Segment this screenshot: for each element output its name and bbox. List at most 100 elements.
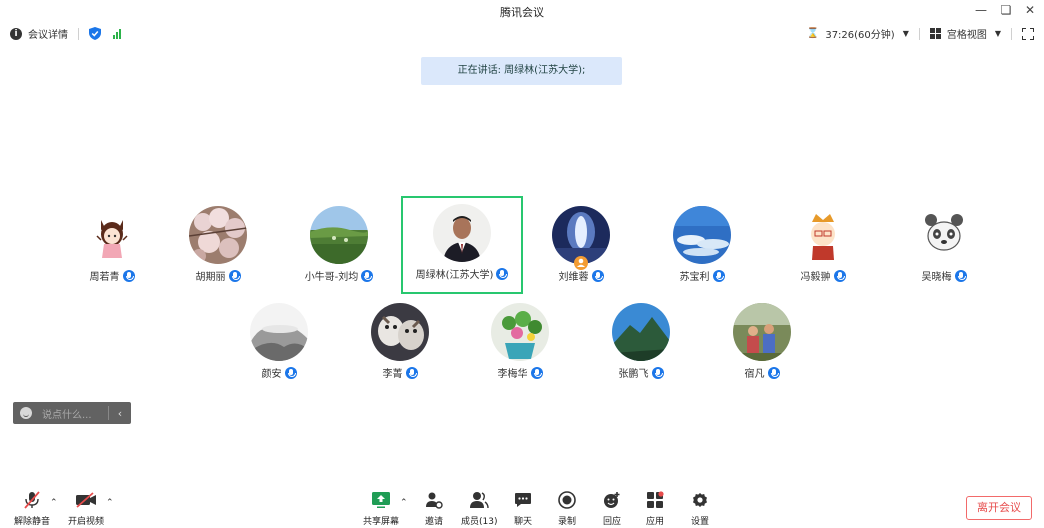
divider — [78, 27, 79, 40]
meeting-window: 腾讯会议 — ❏ ✕ i 会议详情 ⌛ 37:26(60分钟) ▼ 宫格视图 ▼ — [0, 0, 1044, 528]
video-label: 开启视频 — [68, 517, 105, 527]
divider — [1011, 27, 1012, 40]
chevron-up-icon[interactable]: ⌃ — [106, 498, 114, 508]
microphone-icon — [767, 366, 780, 379]
participant-tile[interactable]: 吴晓梅 — [885, 198, 1003, 294]
emoji-icon[interactable] — [20, 407, 32, 419]
participant-name: 吴晓梅 — [921, 272, 952, 283]
restore-icon[interactable]: ❏ — [997, 3, 1015, 17]
participant-tile[interactable]: 宿凡 — [703, 295, 821, 391]
minimize-icon[interactable]: — — [972, 3, 990, 17]
participant-name: 苏宝利 — [679, 272, 710, 283]
video-off-icon — [76, 492, 96, 508]
participant-tile[interactable]: 张鹏飞 — [582, 295, 700, 391]
chat-input[interactable]: 说点什么... — [42, 406, 108, 421]
share-screen-button[interactable]: 共享屏幕 — [363, 490, 399, 527]
signal-strength-icon[interactable] — [113, 28, 121, 39]
avatar — [189, 206, 247, 264]
microphone-icon — [122, 269, 135, 282]
microphone-icon — [591, 269, 604, 282]
participant-name: 周若青 — [89, 272, 120, 283]
avatar — [612, 303, 670, 361]
avatar — [433, 204, 491, 262]
members-label: 成员(13) — [461, 517, 498, 527]
participant-tile[interactable]: 颜安 — [220, 295, 338, 391]
apps-label: 应用 — [646, 517, 665, 527]
chat-label: 聊天 — [514, 517, 533, 527]
avatar — [371, 303, 429, 361]
close-icon[interactable]: ✕ — [1021, 3, 1039, 17]
participant-tile[interactable]: 刘维蓉 — [522, 198, 640, 294]
security-shield-icon[interactable] — [89, 27, 101, 40]
apps-button[interactable]: 应用 — [646, 490, 664, 527]
invite-button[interactable]: 邀请 — [425, 490, 443, 527]
title-bar: 腾讯会议 — ❏ ✕ — [0, 0, 1044, 23]
participant-name: 周绿林(江苏大学) — [415, 270, 494, 281]
participant-name: 颜安 — [261, 369, 282, 380]
chevron-up-icon[interactable]: ⌃ — [50, 498, 58, 508]
bottom-toolbar: 解除静音 ⌃ 开启视频 ⌃ 共享屏幕 ⌃ 邀请 成员(13) 聊天 录制 回应 … — [0, 486, 1044, 528]
reaction-label: 回应 — [602, 517, 621, 527]
members-button[interactable]: 成员(13) — [461, 490, 497, 527]
chat-input-bar[interactable]: 说点什么... ‹ — [13, 402, 131, 424]
view-mode-selector[interactable]: 宫格视图 — [947, 26, 987, 41]
leave-meeting-button[interactable]: 离开会议 — [966, 496, 1032, 520]
info-bar: i 会议详情 ⌛ 37:26(60分钟) ▼ 宫格视图 ▼ — [0, 23, 1044, 45]
chevron-down-icon[interactable]: ▼ — [903, 29, 909, 38]
apps-grid-icon — [647, 491, 664, 508]
share-screen-icon — [372, 492, 390, 508]
record-icon — [558, 491, 576, 509]
participant-tile-active[interactable]: 周绿林(江苏大学) — [401, 196, 523, 294]
gear-icon — [693, 493, 707, 507]
participant-tile[interactable]: 周若青 — [53, 198, 171, 294]
participant-name: 张鹏飞 — [618, 369, 649, 380]
reaction-smile-icon — [604, 492, 620, 508]
hourglass-icon: ⌛ — [806, 28, 820, 39]
avatar — [310, 206, 368, 264]
avatar — [794, 206, 852, 264]
info-icon[interactable]: i — [10, 27, 22, 40]
microphone-icon — [284, 366, 297, 379]
invite-user-icon — [426, 492, 443, 509]
fullscreen-icon[interactable] — [1022, 27, 1034, 40]
reaction-button[interactable]: 回应 — [602, 490, 622, 527]
collapse-chevron-left-icon[interactable]: ‹ — [109, 407, 131, 420]
participant-tile[interactable]: 苏宝利 — [643, 198, 761, 294]
participant-name: 冯毅翀 — [800, 272, 831, 283]
speaking-indicator: 正在讲话: 周绿林(江苏大学); — [421, 57, 622, 85]
unmute-button[interactable]: 解除静音 — [14, 490, 50, 527]
avatar — [915, 206, 973, 264]
participant-name: 刘维蓉 — [558, 272, 589, 283]
participant-tile[interactable]: 胡期丽 — [159, 198, 277, 294]
microphone-icon — [712, 269, 725, 282]
chevron-up-icon[interactable]: ⌃ — [400, 498, 408, 508]
chevron-down-icon[interactable]: ▼ — [995, 29, 1001, 38]
record-button[interactable]: 录制 — [558, 490, 576, 527]
avatar — [673, 206, 731, 264]
microphone-icon — [228, 269, 241, 282]
avatar — [250, 303, 308, 361]
microphone-icon — [405, 366, 418, 379]
participant-tile[interactable]: 小牛哥-刘均 — [280, 198, 398, 294]
chat-button[interactable]: 聊天 — [514, 490, 532, 527]
start-video-button[interactable]: 开启视频 — [68, 490, 104, 527]
microphone-icon — [361, 269, 374, 282]
participant-tile[interactable]: 李梅华 — [461, 295, 579, 391]
participant-name: 李梅华 — [497, 369, 528, 380]
meeting-timer[interactable]: 37:26(60分钟) — [825, 26, 894, 41]
participant-tile[interactable]: 李菁 — [341, 295, 459, 391]
invite-label: 邀请 — [425, 517, 444, 527]
microphone-icon — [833, 269, 846, 282]
participant-name: 小牛哥-刘均 — [304, 272, 359, 283]
window-title: 腾讯会议 — [500, 6, 544, 19]
settings-button[interactable]: 设置 — [691, 490, 709, 527]
chat-bubble-icon — [515, 493, 531, 507]
participant-tile[interactable]: 冯毅翀 — [764, 198, 882, 294]
participant-name: 宿凡 — [744, 369, 765, 380]
participant-name: 胡期丽 — [195, 272, 226, 283]
meeting-info-link[interactable]: 会议详情 — [28, 26, 68, 41]
divider — [918, 27, 920, 40]
participant-name: 李菁 — [382, 369, 403, 380]
avatar — [491, 303, 549, 361]
grid-view-icon[interactable] — [929, 28, 941, 39]
